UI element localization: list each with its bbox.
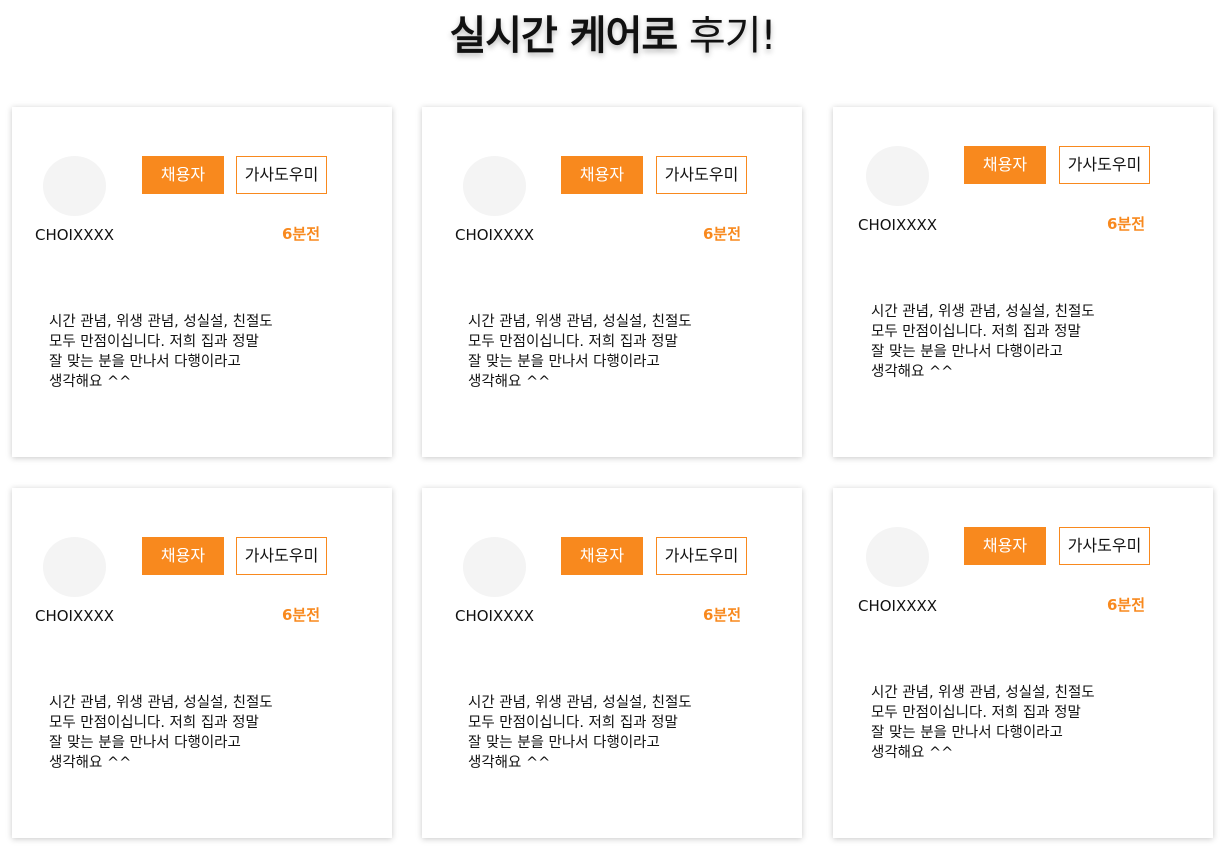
role-badge: 채용자 [561,537,643,575]
review-card[interactable]: 채용자 가사도우미 CHOIXXXX 6분전 시간 관념, 위생 관념, 성실설… [12,107,392,457]
user-name: CHOIXXXX [455,226,535,244]
role-badge: 채용자 [142,156,224,194]
service-badge: 가사도우미 [1059,146,1150,184]
role-badge: 채용자 [964,146,1046,184]
avatar [866,527,929,587]
time-ago: 6분전 [1107,596,1146,614]
user-name: CHOIXXXX [35,607,115,625]
review-card[interactable]: 채용자 가사도우미 CHOIXXXX 6분전 시간 관념, 위생 관념, 성실설… [422,488,802,838]
review-card[interactable]: 채용자 가사도우미 CHOIXXXX 6분전 시간 관념, 위생 관념, 성실설… [422,107,802,457]
service-badge: 가사도우미 [656,156,747,194]
time-ago: 6분전 [282,225,321,243]
user-name: CHOIXXXX [858,216,938,234]
service-badge: 가사도우미 [236,537,327,575]
role-badge: 채용자 [964,527,1046,565]
role-badge: 채용자 [142,537,224,575]
page-title: 실시간 케어로 후기! [0,8,1225,64]
time-ago: 6분전 [703,225,742,243]
page-title-light: 후기! [677,13,777,59]
avatar [43,537,106,597]
page-title-bold: 실시간 케어로 [449,13,678,59]
service-badge: 가사도우미 [656,537,747,575]
avatar [43,156,106,216]
time-ago: 6분전 [1107,215,1146,233]
avatar [866,146,929,206]
review-text: 시간 관념, 위생 관념, 성실설, 친절도 모두 만점이십니다. 저희 집과 … [468,695,692,771]
review-text: 시간 관념, 위생 관념, 성실설, 친절도 모두 만점이십니다. 저희 집과 … [49,314,273,390]
time-ago: 6분전 [282,606,321,624]
service-badge: 가사도우미 [1059,527,1150,565]
user-name: CHOIXXXX [35,226,115,244]
review-card[interactable]: 채용자 가사도우미 CHOIXXXX 6분전 시간 관념, 위생 관념, 성실설… [12,488,392,838]
review-text: 시간 관념, 위생 관념, 성실설, 친절도 모두 만점이십니다. 저희 집과 … [468,314,692,390]
avatar [463,537,526,597]
role-badge: 채용자 [561,156,643,194]
user-name: CHOIXXXX [858,597,938,615]
review-text: 시간 관념, 위생 관념, 성실설, 친절도 모두 만점이십니다. 저희 집과 … [871,685,1095,761]
review-card[interactable]: 채용자 가사도우미 CHOIXXXX 6분전 시간 관념, 위생 관념, 성실설… [833,107,1213,457]
time-ago: 6분전 [703,606,742,624]
review-text: 시간 관념, 위생 관념, 성실설, 친절도 모두 만점이십니다. 저희 집과 … [871,304,1095,380]
user-name: CHOIXXXX [455,607,535,625]
review-card[interactable]: 채용자 가사도우미 CHOIXXXX 6분전 시간 관념, 위생 관념, 성실설… [833,488,1213,838]
service-badge: 가사도우미 [236,156,327,194]
review-text: 시간 관념, 위생 관념, 성실설, 친절도 모두 만점이십니다. 저희 집과 … [49,695,273,771]
avatar [463,156,526,216]
